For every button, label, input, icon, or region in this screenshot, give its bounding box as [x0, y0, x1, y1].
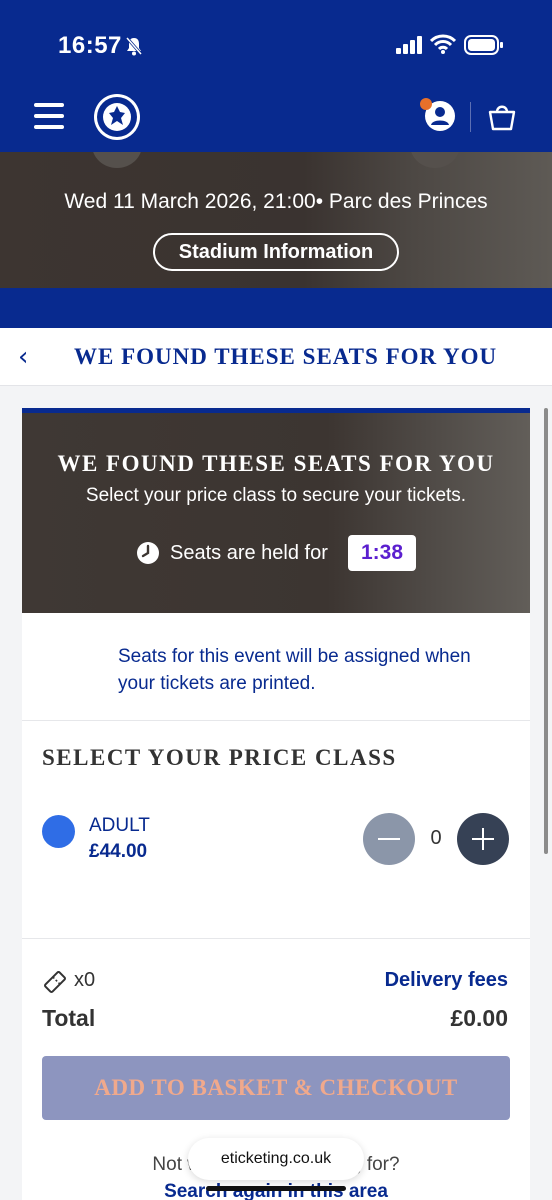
decrease-quantity-button[interactable] [363, 813, 415, 865]
nav-divider [470, 102, 471, 132]
home-team-badge [92, 152, 142, 168]
clock-icon [137, 542, 159, 564]
browser-url-bar[interactable]: eticketing.co.uk [188, 1138, 364, 1180]
stadium-information-button[interactable]: Stadium Information [153, 233, 399, 271]
status-time: 16:57 [58, 32, 122, 59]
chevron-left-icon[interactable]: ‹ [18, 342, 28, 372]
battery-icon [464, 35, 503, 55]
ticket-icon [44, 971, 66, 993]
ticket-count: x0 [74, 969, 96, 991]
nav-bar [0, 90, 552, 152]
price-class-name: ADULT [89, 815, 150, 836]
adult-color-dot [42, 815, 75, 848]
total-value: £0.00 [450, 1005, 508, 1031]
event-info: Wed 11 March 2026, 21:00• Parc des Princ… [64, 190, 488, 213]
chelsea-crest-logo[interactable] [92, 92, 142, 142]
basket-icon[interactable] [486, 100, 518, 132]
quantity-value: 0 [430, 827, 442, 849]
seats-held-row: Seats are held for 1:38 [22, 533, 530, 573]
menu-icon[interactable] [34, 103, 64, 129]
card-hero-title: WE FOUND THESE SEATS FOR YOU [57, 451, 495, 476]
card-hero-subtitle: Select your price class to secure your t… [85, 485, 467, 506]
price-class-section: SELECT YOUR PRICE CLASS ADULT £44.00 0 [22, 721, 530, 939]
total-label: Total [42, 1005, 96, 1031]
away-team-badge [410, 152, 460, 168]
price-class-price: £44.00 [89, 841, 148, 862]
app-header: 16:57 [0, 0, 552, 152]
notification-dot [420, 98, 432, 110]
scrollbar[interactable] [544, 408, 548, 854]
add-to-basket-checkout-button[interactable]: ADD TO BASKET & CHECKOUT [42, 1056, 510, 1120]
wifi-icon [430, 34, 456, 54]
event-hero: Wed 11 March 2026, 21:00• Parc des Princ… [0, 152, 552, 288]
seats-held-label: Seats are held for [170, 542, 328, 564]
hold-timer: 1:38 [348, 535, 416, 571]
status-bar: 16:57 [0, 0, 552, 90]
page-title: WE FOUND THESE SEATS FOR YOU [74, 344, 498, 369]
seat-selection-card: WE FOUND THESE SEATS FOR YOU Select your… [22, 408, 530, 1200]
signal-icon [396, 36, 422, 54]
page-title-bar: ‹ WE FOUND THESE SEATS FOR YOU [0, 328, 552, 386]
bell-slash-icon [125, 37, 143, 56]
home-indicator[interactable] [206, 1186, 346, 1191]
price-class-title: SELECT YOUR PRICE CLASS [42, 745, 397, 770]
card-hero: WE FOUND THESE SEATS FOR YOU Select your… [22, 413, 530, 613]
seat-assignment-info: Seats for this event will be assigned wh… [22, 613, 530, 721]
blue-divider-strip [0, 288, 552, 328]
increase-quantity-button[interactable] [457, 813, 509, 865]
delivery-fees-link[interactable]: Delivery fees [385, 969, 508, 992]
seat-assignment-text: Seats for this event will be assigned wh… [118, 646, 471, 694]
